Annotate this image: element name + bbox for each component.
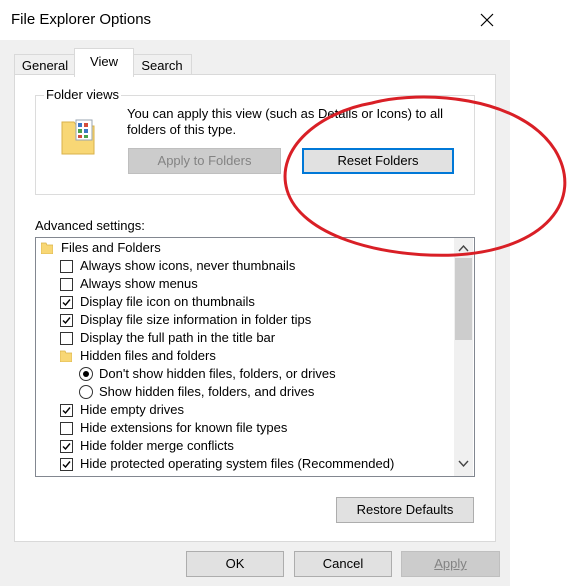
- folder-views-description: You can apply this view (such as Details…: [127, 106, 444, 137]
- checkbox[interactable]: [60, 332, 73, 345]
- file-explorer-options-window: File Explorer Options General View Searc…: [0, 0, 511, 586]
- advanced-settings-label: Advanced settings:: [35, 218, 145, 233]
- reset-folders-button[interactable]: Reset Folders: [302, 148, 454, 174]
- apply-button[interactable]: Apply: [401, 551, 500, 577]
- close-icon: [480, 13, 494, 27]
- checkbox[interactable]: [60, 422, 73, 435]
- checkbox[interactable]: [60, 278, 73, 291]
- title-bar: File Explorer Options: [0, 0, 510, 40]
- setting-label: Hide empty drives: [80, 402, 185, 417]
- setting-label: Hide protected operating system files (R…: [80, 456, 395, 471]
- desktop-background: [510, 0, 567, 586]
- checkmark-icon: [62, 299, 71, 307]
- tab-search[interactable]: Search: [132, 54, 192, 76]
- radio-label: Show hidden files, folders, and drives: [99, 384, 315, 399]
- scroll-up-arrow-icon[interactable]: [458, 244, 469, 252]
- tab-label: General: [21, 58, 69, 73]
- checkbox-checked[interactable]: [60, 404, 73, 417]
- view-tab-panel: Folder views You can apply this view (su…: [14, 74, 496, 542]
- advanced-settings-tree[interactable]: Files and Folders Always show icons, nev…: [35, 237, 475, 477]
- checkmark-icon: [62, 443, 71, 451]
- tree-group-label: Hidden files and folders: [80, 348, 216, 363]
- ok-button[interactable]: OK: [186, 551, 284, 577]
- tree-category-label: Files and Folders: [61, 240, 161, 255]
- checkbox-checked[interactable]: [60, 458, 73, 471]
- radio[interactable]: [79, 385, 93, 399]
- radio-label: Don't show hidden files, folders, or dri…: [99, 366, 336, 381]
- folder-views-label: Folder views: [44, 87, 121, 102]
- checkbox-checked[interactable]: [60, 440, 73, 453]
- apply-label: Apply: [434, 556, 467, 571]
- checkmark-icon: [62, 407, 71, 415]
- tree-scrollbar[interactable]: [454, 238, 473, 476]
- checkbox-checked[interactable]: [60, 296, 73, 309]
- window-title: File Explorer Options: [11, 11, 152, 28]
- folder-icon: [60, 350, 72, 362]
- folder-icon: [41, 242, 53, 254]
- scroll-down-arrow-icon[interactable]: [458, 460, 469, 468]
- setting-label: Display file size information in folder …: [80, 312, 312, 327]
- setting-label: Always show icons, never thumbnails: [80, 258, 296, 273]
- radio-selected[interactable]: [79, 367, 93, 381]
- checkbox[interactable]: [60, 260, 73, 273]
- scrollbar-thumb[interactable]: [455, 258, 472, 340]
- restore-defaults-button[interactable]: Restore Defaults: [336, 497, 474, 523]
- checkmark-icon: [62, 317, 71, 325]
- checkbox-checked[interactable]: [60, 314, 73, 327]
- tab-label: Search: [141, 58, 183, 73]
- cancel-button[interactable]: Cancel: [294, 551, 392, 577]
- tab-general[interactable]: General: [14, 54, 76, 76]
- setting-label: Display the full path in the title bar: [80, 330, 276, 345]
- setting-label: Always show menus: [80, 276, 198, 291]
- setting-label: Hide folder merge conflicts: [80, 438, 234, 453]
- folder-view-icon: [61, 119, 95, 155]
- checkmark-icon: [62, 461, 71, 469]
- apply-to-folders-button[interactable]: Apply to Folders: [128, 148, 281, 174]
- tab-view[interactable]: View: [74, 48, 134, 77]
- tab-label: View: [90, 54, 118, 69]
- setting-label: Display file icon on thumbnails: [80, 294, 255, 309]
- setting-label: Hide extensions for known file types: [80, 420, 288, 435]
- close-button[interactable]: [470, 6, 504, 34]
- folder-views-group: Folder views You can apply this view (su…: [35, 87, 475, 195]
